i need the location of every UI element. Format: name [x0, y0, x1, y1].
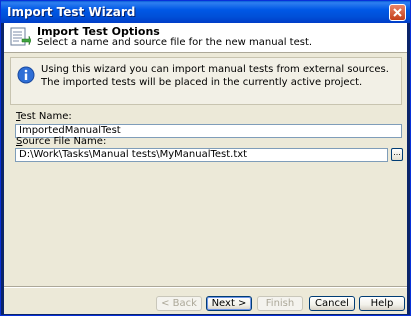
back-button[interactable]: < Back: [156, 296, 202, 311]
info-icon: [17, 66, 35, 84]
finish-button[interactable]: Finish: [257, 296, 303, 311]
source-file-label-text: ource File Name:: [22, 136, 107, 147]
title-bar[interactable]: Import Test Wizard: [1, 1, 410, 23]
help-button[interactable]: Help: [359, 296, 405, 311]
source-file-label: Source File Name:: [16, 136, 106, 147]
window-title: Import Test Wizard: [7, 5, 136, 19]
info-panel: Using this wizard you can import manual …: [10, 57, 402, 105]
button-divider: [4, 286, 407, 288]
close-button[interactable]: [389, 4, 406, 21]
wizard-window: Import Test Wizard Import Test Options S…: [0, 0, 411, 316]
test-name-label: Test Name:: [16, 111, 72, 122]
info-text: Using this wizard you can import manual …: [41, 64, 389, 88]
close-icon: [393, 8, 402, 17]
source-file-input[interactable]: D:\Work\Tasks\Manual tests\MyManualTest.…: [15, 148, 388, 162]
next-button[interactable]: Next >: [206, 296, 252, 311]
browse-button[interactable]: ...: [391, 148, 403, 161]
wizard-icon: [10, 27, 31, 46]
test-name-label-text: est Name:: [20, 111, 72, 122]
wizard-body: Import Test Options Select a name and so…: [4, 23, 407, 314]
header-subtitle: Select a name and source file for the ne…: [37, 37, 313, 48]
cancel-button[interactable]: Cancel: [309, 296, 355, 311]
wizard-header: Import Test Options Select a name and so…: [4, 23, 407, 53]
